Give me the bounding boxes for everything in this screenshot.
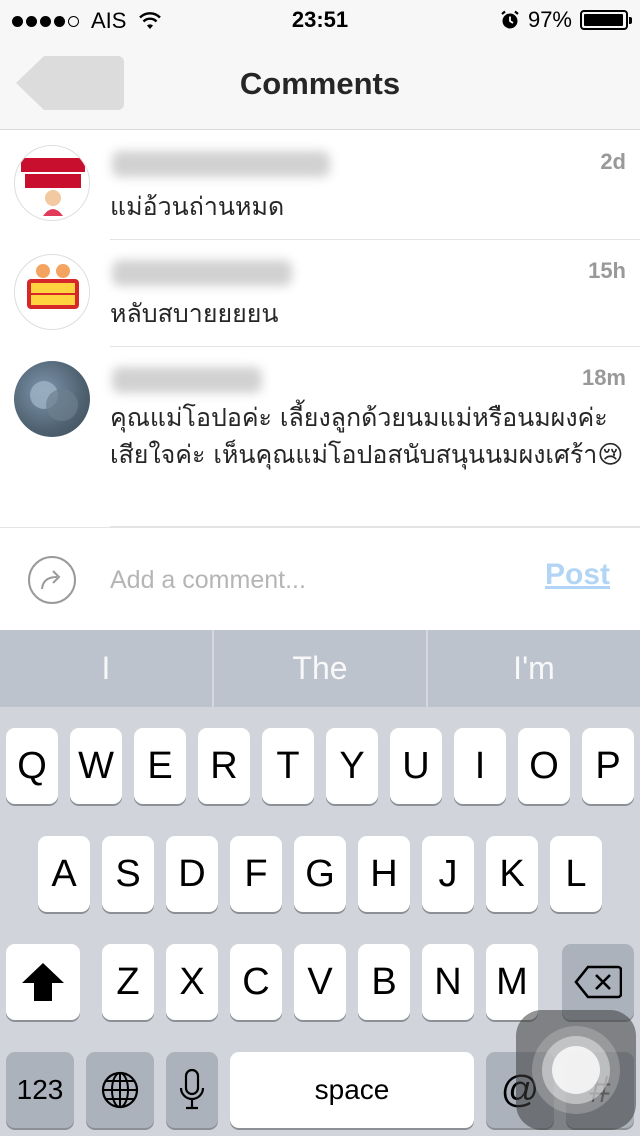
comment-time: 15h: [588, 258, 626, 283]
battery-fill: [584, 14, 623, 26]
dictation-key[interactable]: [166, 1052, 218, 1128]
username[interactable]: kingkarn08: [112, 367, 262, 393]
numbers-key[interactable]: 123: [6, 1052, 74, 1128]
shift-arrow-icon: [22, 963, 64, 1001]
battery-percentage: 97%: [527, 7, 572, 32]
comment-text: คุณแม่โอปอค่ะ เลี้ยงลูกด้วยนมแม่หรือนมผง…: [110, 403, 624, 469]
shift-key[interactable]: [6, 944, 80, 1020]
key-i[interactable]: I: [454, 728, 506, 804]
key-l[interactable]: L: [550, 836, 602, 912]
user-photo-icon: [30, 381, 78, 421]
key-c[interactable]: C: [230, 944, 282, 1020]
navigation-bar: Comments: [0, 40, 640, 130]
status-right: 97%: [500, 7, 632, 33]
comment-item: tottybooks99 15h หลับสบายยยยน: [0, 240, 640, 347]
status-bar: AIS 23:51 97%: [0, 0, 640, 40]
key-n[interactable]: N: [422, 944, 474, 1020]
comment-composer: Post: [0, 527, 640, 630]
suggestion[interactable]: I: [0, 630, 214, 707]
key-f[interactable]: F: [230, 836, 282, 912]
key-b[interactable]: B: [358, 944, 410, 1020]
key-x[interactable]: X: [166, 944, 218, 1020]
microphone-icon: [179, 1068, 205, 1110]
key-a[interactable]: A: [38, 836, 90, 912]
key-s[interactable]: S: [102, 836, 154, 912]
page-title: Comments: [239, 66, 401, 101]
comments-list: plussize_bigsale 2d แม่อ้วนถ่านหมด totty…: [0, 131, 640, 527]
battery-icon: [580, 10, 632, 30]
key-y[interactable]: Y: [326, 728, 378, 804]
username[interactable]: tottybooks99: [112, 260, 292, 286]
key-p[interactable]: P: [582, 728, 634, 804]
post-button[interactable]: Post: [545, 558, 610, 592]
comment-body: plussize_bigsale 2d แม่อ้วนถ่านหมด: [110, 131, 640, 240]
avatar[interactable]: [14, 145, 90, 221]
delete-key[interactable]: [562, 944, 634, 1020]
alarm-clock-icon: [501, 10, 519, 29]
space-key[interactable]: space: [230, 1052, 474, 1128]
bigsize-logo-icon: [16, 147, 89, 220]
comment-input[interactable]: [110, 560, 510, 600]
key-v[interactable]: V: [294, 944, 346, 1020]
globe-icon: [101, 1071, 139, 1109]
key-t[interactable]: T: [262, 728, 314, 804]
comment-time: 18m: [581, 365, 626, 390]
key-j[interactable]: J: [422, 836, 474, 912]
comment-text: แม่อ้วนถ่านหมด: [110, 192, 285, 221]
comment-item: kingkarn08 18m คุณแม่โอปอค่ะ เลี้ยงลูกด้…: [0, 347, 640, 527]
key-q[interactable]: Q: [6, 728, 58, 804]
comment-body: kingkarn08 18m คุณแม่โอปอค่ะ เลี้ยงลูกด้…: [110, 347, 640, 527]
key-g[interactable]: G: [294, 836, 346, 912]
comment-time: 2d: [600, 149, 626, 174]
key-u[interactable]: U: [390, 728, 442, 804]
suggestion[interactable]: I'm: [428, 630, 640, 707]
key-k[interactable]: K: [486, 836, 538, 912]
backspace-icon: [574, 965, 622, 999]
avatar[interactable]: [14, 361, 90, 437]
key-z[interactable]: Z: [102, 944, 154, 1020]
share-icon[interactable]: [27, 555, 77, 605]
comment-text: หลับสบายยยยน: [110, 299, 279, 328]
avatar[interactable]: [14, 254, 90, 330]
key-h[interactable]: H: [358, 836, 410, 912]
key-m[interactable]: M: [486, 944, 538, 1020]
key-d[interactable]: D: [166, 836, 218, 912]
key-r[interactable]: R: [198, 728, 250, 804]
key-o[interactable]: O: [518, 728, 570, 804]
predictive-text-bar: I The I'm: [0, 630, 640, 707]
username[interactable]: plussize_bigsale: [112, 151, 330, 177]
globe-key[interactable]: [86, 1052, 154, 1128]
key-e[interactable]: E: [134, 728, 186, 804]
key-w[interactable]: W: [70, 728, 122, 804]
assistive-touch-button[interactable]: [516, 1010, 636, 1130]
comment-body: tottybooks99 15h หลับสบายยยยน: [110, 240, 640, 347]
comment-item: plussize_bigsale 2d แม่อ้วนถ่านหมด: [0, 131, 640, 240]
suggestion[interactable]: The: [214, 630, 428, 707]
totty-books-logo-icon: [16, 256, 89, 329]
